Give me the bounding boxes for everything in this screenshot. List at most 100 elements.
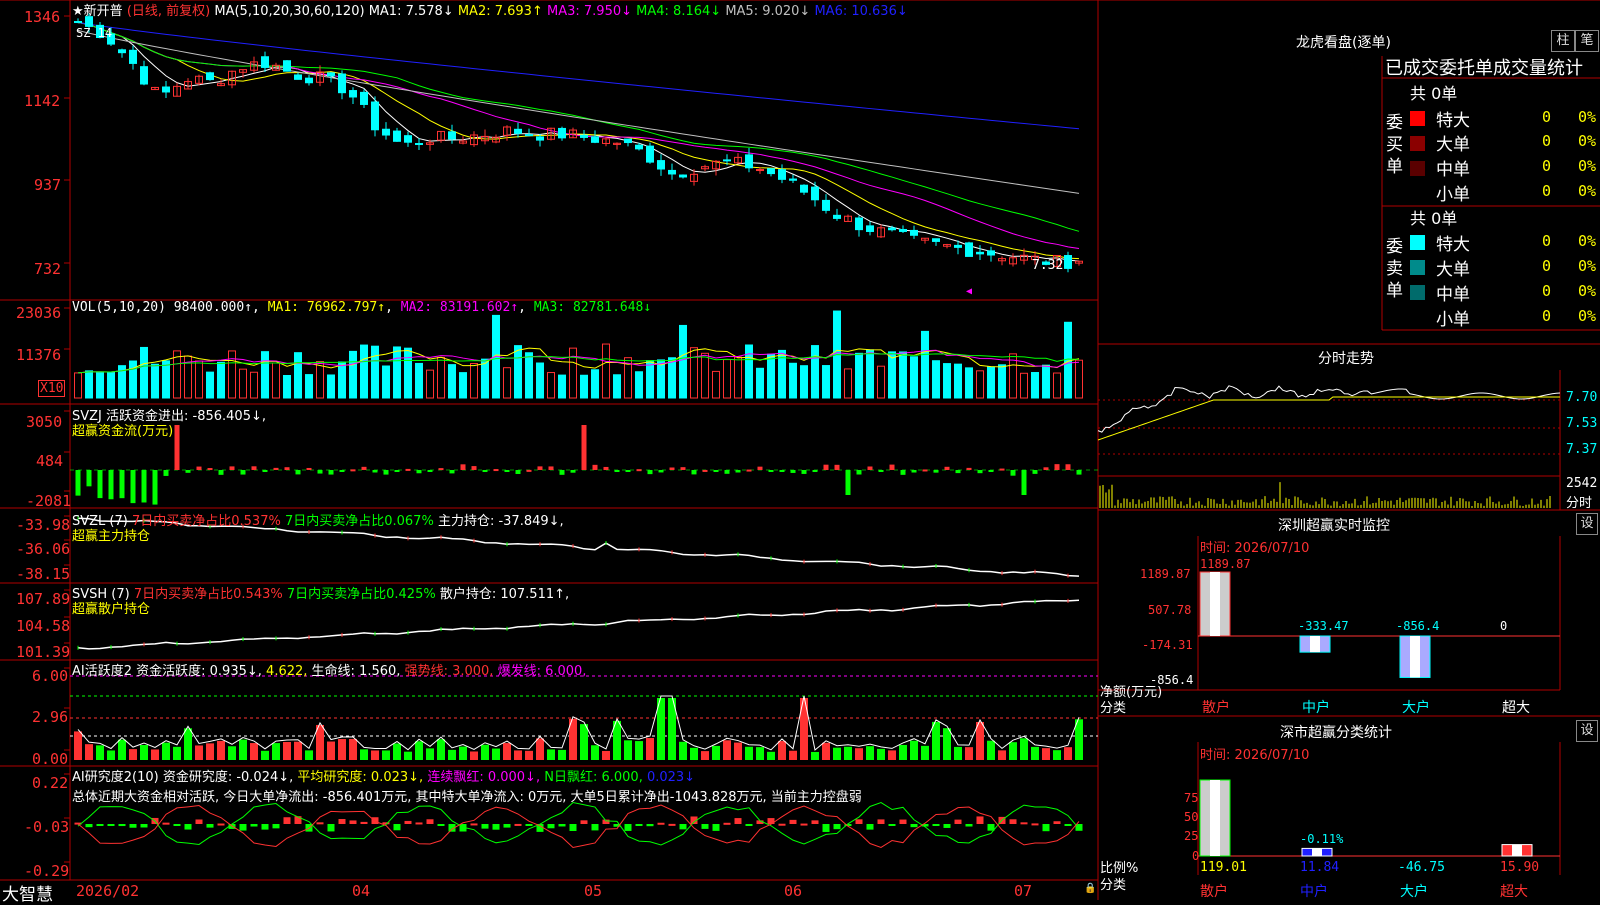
volume-bar	[371, 345, 379, 399]
ai-active-bar	[1042, 748, 1050, 760]
ai-active-bar	[580, 724, 588, 760]
volume-bar	[844, 368, 852, 399]
candle-body	[866, 225, 874, 232]
ai-research-bar	[503, 824, 511, 828]
volume-bar	[1053, 372, 1061, 399]
sz-class-settings-button[interactable]: 设	[1576, 720, 1598, 742]
tick-view-button[interactable]: 笔	[1575, 30, 1599, 52]
sz-class-cat-label: 大户	[1400, 884, 1428, 900]
ai-research-bar	[888, 824, 896, 826]
column-view-button[interactable]: 柱	[1551, 30, 1575, 52]
y-tick: 101.39	[16, 643, 71, 661]
svzj-bar	[383, 470, 389, 475]
ai-research-bar	[855, 819, 863, 824]
svzj-bar	[680, 467, 686, 470]
intraday-vol-unit: 分时	[1566, 496, 1593, 511]
svzj-bar	[581, 425, 587, 470]
ai-active-bar	[690, 747, 698, 760]
svzj-bar	[1032, 470, 1038, 474]
candle-body	[162, 86, 170, 93]
volume-bar	[437, 356, 445, 399]
stat-title: 已成交委托单成交量统计	[1385, 58, 1583, 79]
buy-row-label: 大单	[1436, 135, 1470, 155]
chart-canvas[interactable]	[0, 0, 1600, 900]
volume-bar	[877, 365, 885, 399]
ai-active-bar	[778, 740, 786, 760]
ai-active-bar	[294, 741, 302, 760]
favorite-star-icon[interactable]: ★	[72, 4, 84, 19]
sz-monitor-title: 深圳超赢实时监控	[1278, 518, 1390, 534]
y-tick: 3050	[26, 413, 63, 431]
ai-research-bar	[96, 824, 104, 826]
sz-class-bar-highlight	[1210, 780, 1220, 856]
volume-bar	[745, 344, 753, 399]
x-tick: 05	[584, 882, 603, 900]
volume-bar	[536, 362, 544, 399]
volume-bar	[899, 351, 907, 399]
svzj-bar	[889, 464, 895, 470]
candle-body	[679, 174, 687, 178]
sz-monitor-settings-button[interactable]: 设	[1576, 513, 1598, 535]
svzj-bar	[658, 470, 664, 473]
y-tick: 2.96	[32, 708, 69, 726]
buy-row-count: 0	[1542, 108, 1552, 126]
y-tick: 0.00	[32, 750, 69, 768]
svzj-bar	[812, 470, 818, 472]
vol-unit-badge: X10	[38, 380, 66, 397]
triangle-marker-icon: ◀	[966, 286, 973, 297]
svzj-bar	[944, 466, 950, 470]
candle-body	[206, 72, 214, 81]
volume-bar	[646, 360, 654, 399]
ai-research-bar	[85, 824, 93, 828]
candle-body	[514, 128, 522, 134]
volume-bar	[228, 350, 236, 399]
ai-active-bar	[1031, 746, 1039, 760]
ai-active-bar	[525, 750, 533, 760]
volume-bar	[679, 324, 687, 399]
volume-bar	[602, 343, 610, 399]
ai-research-bar	[184, 824, 192, 830]
lock-icon[interactable]: 🔒	[1084, 883, 1096, 894]
y-tick: 1142	[24, 92, 61, 110]
svzj-bar	[823, 464, 829, 470]
volume-bar	[338, 361, 346, 399]
candle-body	[327, 72, 335, 77]
sz-monitor-cat-label: 中户	[1302, 700, 1330, 716]
svzj-bar	[97, 470, 103, 499]
sz-monitor-y-tick: 507.78	[1148, 603, 1192, 617]
ai-active-bar	[151, 749, 159, 760]
vol-header: VOL(5,10,20) 98400.000↑, MA1: 76962.797↑…	[72, 300, 652, 315]
sz-class-mid-label: -0.11%	[1300, 832, 1344, 846]
ai-active-bar	[943, 728, 951, 760]
svzj-bar	[603, 466, 609, 470]
svzj-bar	[1054, 464, 1060, 470]
svzj-bar	[471, 466, 477, 470]
ai-research-bar	[866, 824, 874, 830]
volume-bar	[569, 347, 577, 399]
svzj-bar	[372, 470, 378, 473]
svzj-bar	[317, 470, 323, 474]
svzj-bar	[240, 470, 246, 475]
volume-bar	[1020, 372, 1028, 399]
svzj-bar	[361, 466, 367, 470]
volume-bar	[283, 374, 291, 399]
ai-active-bar	[371, 750, 379, 760]
buy-row-pct: 0%	[1578, 182, 1597, 200]
ai-research-bar	[129, 824, 137, 828]
ai-active-title: AI活跃度2	[72, 664, 132, 679]
candle-body	[129, 49, 137, 64]
ai-active-bar	[602, 750, 610, 760]
ma3-label: MA3: 7.950↓	[547, 4, 633, 19]
volume-bar	[822, 365, 830, 399]
ai-active-bar	[756, 747, 764, 760]
ma4-line	[77, 22, 1080, 232]
svzj-bar	[790, 470, 796, 473]
ai-active-bar	[503, 743, 511, 760]
y-tick: -0.29	[24, 862, 70, 880]
sz-class-value-label: 11.84	[1300, 860, 1340, 875]
volume-bar	[327, 374, 335, 399]
svzj-bar	[669, 467, 675, 470]
candle-body	[591, 136, 599, 143]
ai-active-bar	[492, 748, 500, 760]
intraday-price-line	[1097, 385, 1561, 433]
